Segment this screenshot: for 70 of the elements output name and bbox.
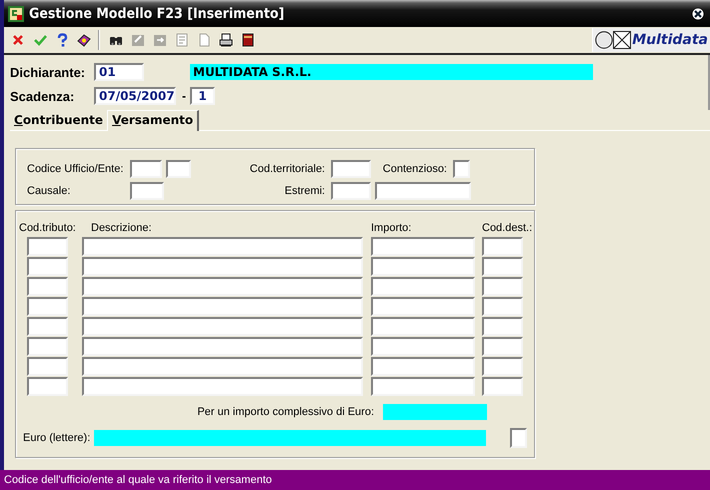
input-field[interactable] xyxy=(27,357,68,376)
input-field[interactable] xyxy=(510,428,528,448)
input-field[interactable] xyxy=(371,257,475,276)
input-field[interactable] xyxy=(371,377,475,396)
input-field[interactable] xyxy=(27,317,68,336)
input-field[interactable] xyxy=(375,182,471,200)
input-field[interactable]: 1 xyxy=(190,87,215,105)
input-field[interactable] xyxy=(482,297,523,316)
field-label: Estremi: xyxy=(284,185,325,197)
field-label: Causale: xyxy=(27,185,72,197)
input-field[interactable] xyxy=(371,297,475,316)
input-field[interactable] xyxy=(482,337,523,356)
input-field[interactable] xyxy=(130,160,162,178)
input-field[interactable] xyxy=(371,357,475,376)
field-label: Euro (lettere): xyxy=(23,432,90,444)
name-field: MULTIDATA S.R.L. xyxy=(190,64,593,80)
input-field[interactable] xyxy=(482,377,523,396)
column-header: Cod.tributo: xyxy=(19,221,76,235)
close-icon[interactable] xyxy=(692,8,704,20)
field-label: Contenzioso: xyxy=(382,163,447,175)
input-field[interactable]: 01 xyxy=(94,63,144,81)
input-field[interactable] xyxy=(27,237,68,256)
check-icon[interactable] xyxy=(33,33,47,47)
circle-icon xyxy=(595,31,614,49)
status-bar: Codice dell'ufficio/ente al quale va riferito il versamento xyxy=(0,470,710,490)
input-field[interactable] xyxy=(482,277,523,296)
input-field[interactable] xyxy=(482,257,523,276)
window-title: Gestione Modello F23 [Inserimento] xyxy=(29,6,286,22)
field-label: Codice Ufficio/Ente: xyxy=(27,163,124,175)
input-field[interactable] xyxy=(130,182,164,200)
input-field[interactable] xyxy=(371,337,475,356)
input-field[interactable] xyxy=(482,357,523,376)
printer-icon[interactable] xyxy=(219,33,233,47)
logo-text: Multidata xyxy=(632,32,708,48)
input-field[interactable] xyxy=(27,337,68,356)
separator-text: - xyxy=(182,89,186,103)
input-field[interactable] xyxy=(482,317,523,336)
input-field[interactable]: 07/05/2007 xyxy=(94,87,176,105)
app-icon xyxy=(8,6,24,22)
input-field[interactable] xyxy=(482,237,523,256)
column-header: Cod.dest.: xyxy=(482,221,532,235)
field-label: Dichiarante: xyxy=(10,64,86,80)
input-field[interactable] xyxy=(453,160,470,178)
input-field[interactable] xyxy=(82,237,363,256)
input-field[interactable] xyxy=(27,257,68,276)
field-label: Per un importo complessivo di Euro: xyxy=(197,406,374,418)
input-field[interactable] xyxy=(82,257,363,276)
input-field[interactable] xyxy=(82,297,363,316)
tab[interactable]: Versamento xyxy=(107,110,200,131)
field-label: Scadenza: xyxy=(10,88,76,104)
input-field[interactable] xyxy=(27,297,68,316)
column-header: Importo: xyxy=(371,221,412,235)
input-field[interactable] xyxy=(82,337,363,356)
cancel-icon[interactable] xyxy=(11,33,25,47)
input-field[interactable] xyxy=(371,317,475,336)
input-field[interactable] xyxy=(166,160,191,178)
input-field[interactable] xyxy=(82,317,363,336)
input-field[interactable] xyxy=(27,377,68,396)
input-field[interactable] xyxy=(82,377,363,396)
field-label: Cod.territoriale: xyxy=(248,163,325,175)
input-field[interactable] xyxy=(331,182,371,200)
crossed-box-icon xyxy=(613,31,632,49)
input-field[interactable] xyxy=(82,357,363,376)
column-header: Descrizione: xyxy=(91,221,152,235)
input-field[interactable] xyxy=(82,277,363,296)
input-field[interactable] xyxy=(27,277,68,296)
input-field[interactable] xyxy=(331,160,371,178)
help-icon[interactable] xyxy=(55,33,69,47)
input-field[interactable] xyxy=(371,237,475,256)
input-field[interactable] xyxy=(371,277,475,296)
